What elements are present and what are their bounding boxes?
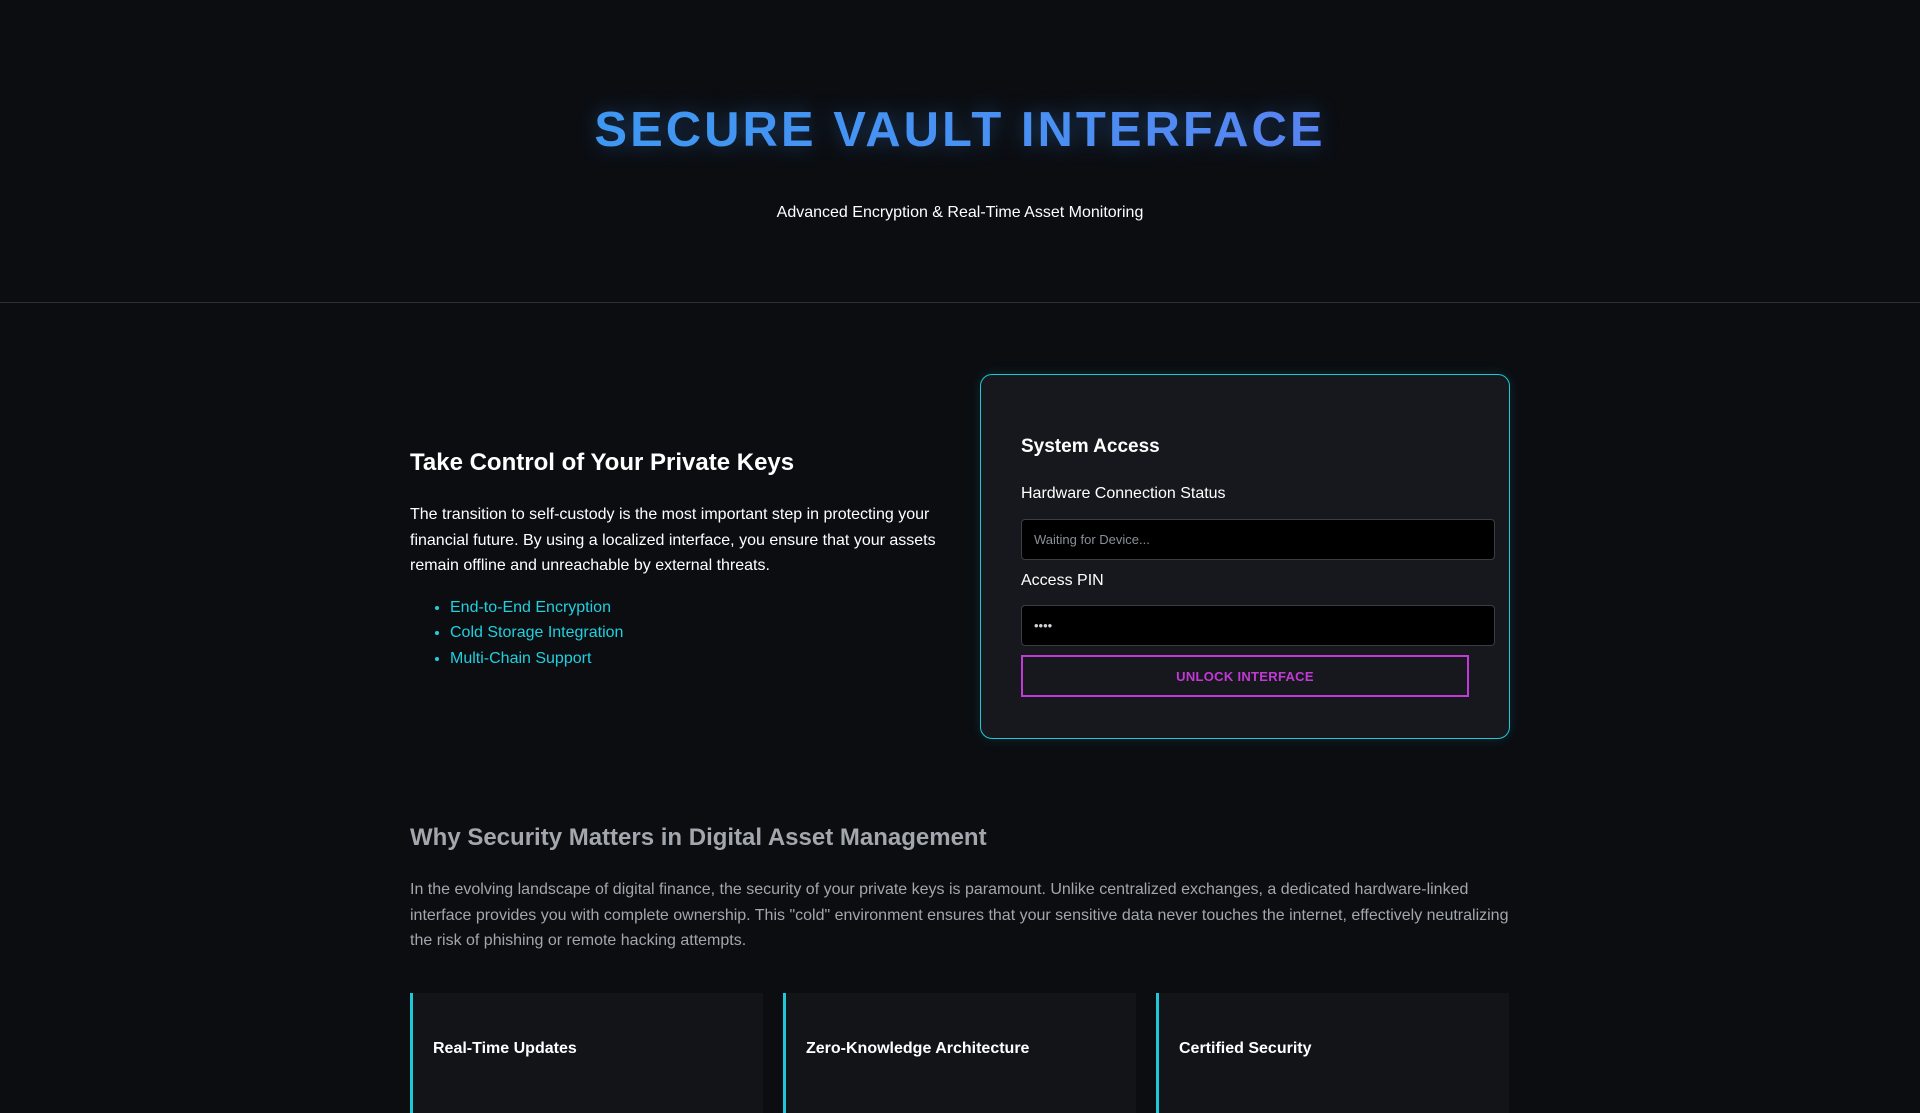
page-subtitle: Advanced Encryption & Real-Time Asset Mo… xyxy=(776,204,1144,221)
unlock-interface-button[interactable]: UNLOCK INTERFACE xyxy=(1021,655,1469,697)
why-security-section: Why Security Matters in Digital Asset Ma… xyxy=(410,823,1510,954)
intro-heading: Take Control of Your Private Keys xyxy=(410,449,795,476)
feature-card-title: Certified Security xyxy=(1179,1040,1312,1057)
feature-card-zero-knowledge: Zero-Knowledge Architecture xyxy=(783,993,1136,1113)
page-header: SECURE VAULT INTERFACE Advanced Encrypti… xyxy=(0,0,1920,303)
system-access-card: System Access Hardware Connection Status… xyxy=(980,374,1510,739)
hardware-status-label: Hardware Connection Status xyxy=(1021,485,1226,502)
page-title: SECURE VAULT INTERFACE xyxy=(0,100,1920,160)
feature-list-item: End-to-End Encryption xyxy=(450,595,950,621)
feature-list-item: Multi-Chain Support xyxy=(450,646,950,672)
feature-list-item: Cold Storage Integration xyxy=(450,620,950,646)
why-security-body: In the evolving landscape of digital fin… xyxy=(410,881,1509,949)
intro-section: Take Control of Your Private Keys The tr… xyxy=(410,448,950,671)
access-pin-label: Access PIN xyxy=(1021,572,1104,589)
feature-list: End-to-End Encryption Cold Storage Integ… xyxy=(410,595,950,672)
access-pin-input[interactable] xyxy=(1021,605,1495,646)
system-access-title: System Access xyxy=(1021,436,1160,457)
hardware-status-input[interactable] xyxy=(1021,519,1495,560)
feature-cards: Real-Time Updates Zero-Knowledge Archite… xyxy=(410,993,1510,1113)
feature-card-title: Real-Time Updates xyxy=(433,1040,577,1057)
feature-card-realtime: Real-Time Updates xyxy=(410,993,763,1113)
intro-body: The transition to self-custody is the mo… xyxy=(410,506,936,574)
feature-card-title: Zero-Knowledge Architecture xyxy=(806,1040,1030,1057)
why-security-heading: Why Security Matters in Digital Asset Ma… xyxy=(410,824,987,851)
feature-card-certified: Certified Security xyxy=(1156,993,1509,1113)
